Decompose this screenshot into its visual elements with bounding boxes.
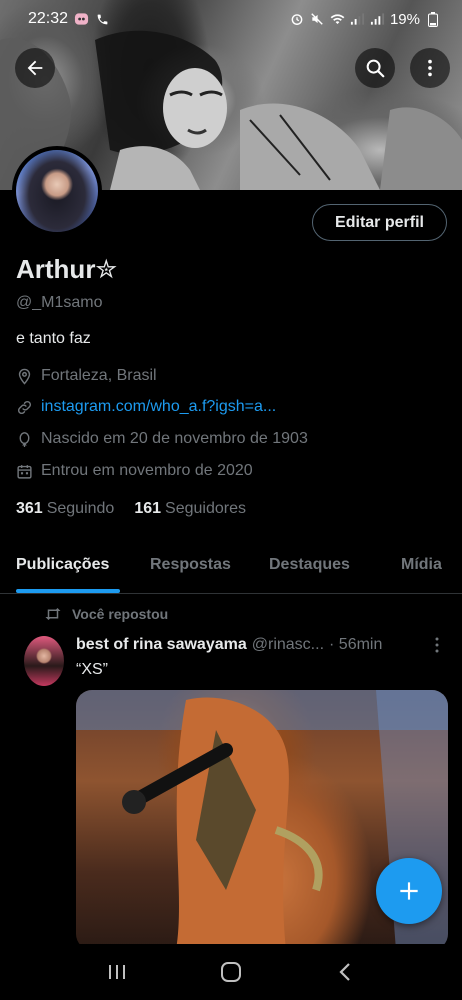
followers-count: 161 xyxy=(134,500,162,517)
home-button[interactable] xyxy=(211,952,251,992)
compose-post-button[interactable] xyxy=(376,858,442,924)
search-icon xyxy=(366,59,385,78)
website-link[interactable]: instagram.com/who_a.f?igsh=a... xyxy=(41,398,276,416)
repost-indicator: Você repostou xyxy=(44,606,168,622)
system-back-button[interactable] xyxy=(325,952,365,992)
more-vertical-icon xyxy=(428,59,432,77)
chevron-left-icon xyxy=(339,963,350,981)
search-button[interactable] xyxy=(355,48,395,88)
arrow-left-icon xyxy=(27,60,43,76)
birthday-text: Nascido em 20 de novembro de 1903 xyxy=(41,430,308,447)
post-author-avatar[interactable] xyxy=(24,636,64,686)
profile-website[interactable]: instagram.com/who_a.f?igsh=a... xyxy=(16,398,276,416)
calendar-icon xyxy=(17,464,32,479)
signal-icon-2 xyxy=(370,12,385,27)
joined-text: Entrou em novembro de 2020 xyxy=(41,462,253,479)
plus-icon xyxy=(400,882,418,900)
post-text: “XS” xyxy=(76,661,108,678)
battery-percent: 19% xyxy=(389,10,420,28)
system-nav-bar xyxy=(0,944,462,1000)
tab-destaques[interactable]: Destaques xyxy=(269,556,350,574)
more-vertical-icon xyxy=(435,637,439,653)
followers-stat[interactable]: 161 Seguidores xyxy=(134,500,246,518)
recent-apps-icon xyxy=(109,965,125,979)
status-bar: 22:32 19% xyxy=(0,0,462,38)
profile-location: Fortaleza, Brasil xyxy=(16,367,157,385)
repost-icon xyxy=(45,608,61,620)
edit-profile-button[interactable]: Editar perfil xyxy=(312,204,447,241)
back-button[interactable] xyxy=(15,48,55,88)
location-pin-icon xyxy=(18,368,31,385)
tab-respostas[interactable]: Respostas xyxy=(150,556,231,574)
profile-birthday: Nascido em 20 de novembro de 1903 xyxy=(16,430,308,448)
status-left: 22:32 xyxy=(28,10,110,28)
profile-bio: e tanto faz xyxy=(16,330,91,347)
balloon-icon xyxy=(19,431,30,447)
post-time: · 56min xyxy=(329,636,383,653)
post-header: best of rina sawayama @rinasc... · 56min xyxy=(76,636,382,654)
mute-icon xyxy=(310,12,325,27)
tab-midia[interactable]: Mídia xyxy=(401,556,442,574)
home-icon xyxy=(221,962,241,982)
follow-stats: 361 Seguindo 161 Seguidores xyxy=(16,500,246,518)
followers-label: Seguidores xyxy=(165,500,246,517)
active-tab-indicator xyxy=(16,589,120,593)
following-stat[interactable]: 361 Seguindo xyxy=(16,500,114,518)
repost-label: Você repostou xyxy=(72,606,169,622)
profile-joined: Entrou em novembro de 2020 xyxy=(16,462,253,480)
link-icon xyxy=(17,400,32,414)
status-time: 22:32 xyxy=(28,10,69,27)
notification-app-icon xyxy=(74,12,89,27)
wifi-icon xyxy=(330,12,345,27)
more-options-button[interactable] xyxy=(410,48,450,88)
battery-icon xyxy=(425,11,440,27)
profile-handle: @_M1samo xyxy=(16,294,103,311)
profile-tabs: Publicações Respostas Destaques Mídia xyxy=(0,548,462,594)
following-label: Seguindo xyxy=(46,500,115,517)
profile-avatar[interactable] xyxy=(12,146,102,236)
post-author-name[interactable]: best of rina sawayama xyxy=(76,636,247,654)
alarm-icon xyxy=(290,12,305,27)
signal-icon xyxy=(350,12,365,27)
post-author-handle: @rinasc... xyxy=(251,636,325,653)
recent-apps-button[interactable] xyxy=(97,952,137,992)
post-more-button[interactable] xyxy=(430,636,444,659)
phone-icon xyxy=(95,12,110,27)
status-right: 19% xyxy=(290,11,440,28)
profile-name: Arthur✮ xyxy=(16,254,118,284)
location-text: Fortaleza, Brasil xyxy=(41,367,157,384)
tab-publicacoes[interactable]: Publicações xyxy=(16,556,109,574)
following-count: 361 xyxy=(16,500,43,517)
